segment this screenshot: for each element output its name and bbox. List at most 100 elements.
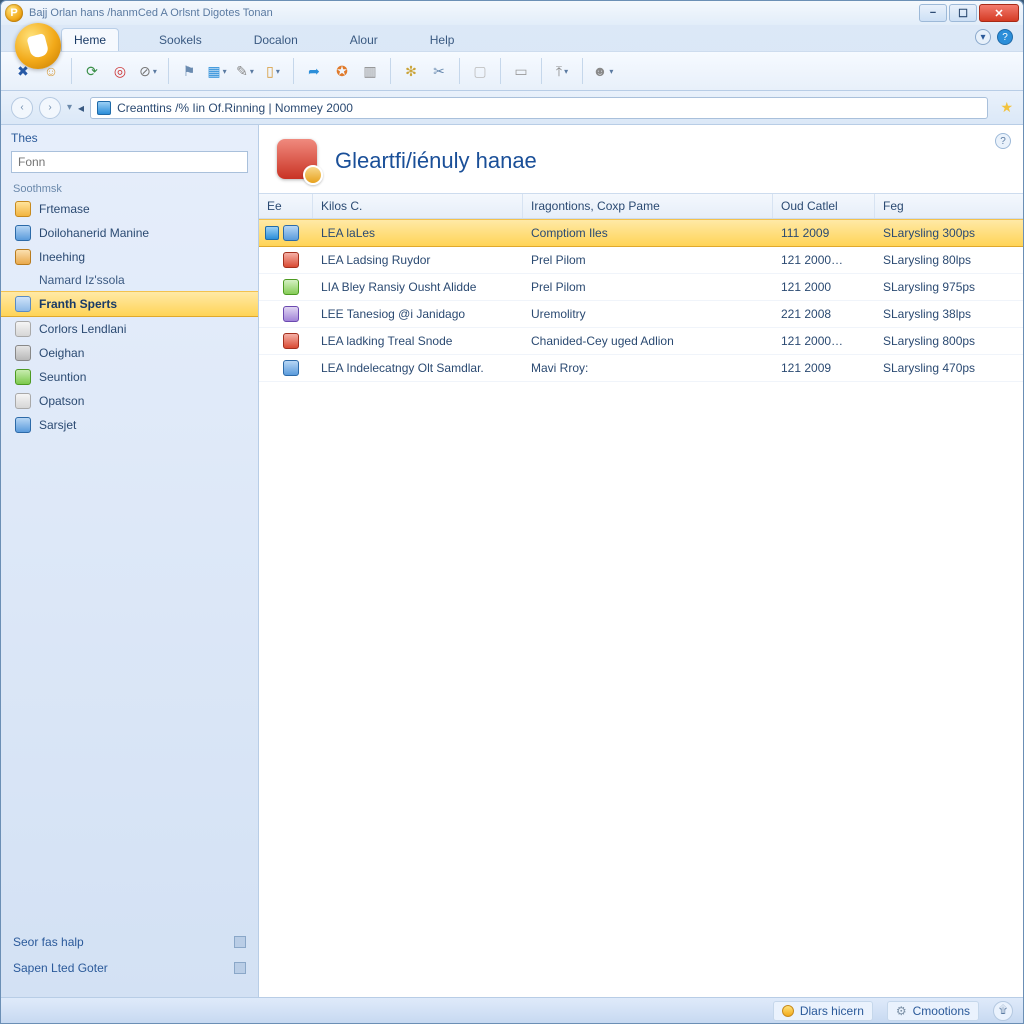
sidebar-title: Thes xyxy=(1,125,258,149)
status-chip-right[interactable]: ⚙Cmootions xyxy=(887,1001,979,1021)
edit-icon[interactable]: ✎ xyxy=(233,59,257,83)
sidebar-item-label: Franth Sperts xyxy=(39,297,117,311)
title-bar: P Bajj Orlan hans /hanmCed A Orlsnt Digo… xyxy=(1,1,1023,25)
sidebar-item-doilohanerid[interactable]: Doilohanerid Manine xyxy=(1,221,258,245)
row-type-icon xyxy=(283,252,299,268)
palette-icon[interactable]: ▦ xyxy=(205,59,229,83)
globe-icon[interactable]: ✪ xyxy=(330,59,354,83)
share-icon[interactable]: ➦ xyxy=(302,59,326,83)
stop-icon[interactable]: ⊘ xyxy=(136,59,160,83)
gear-icon[interactable]: ✻ xyxy=(399,59,423,83)
square-icon xyxy=(234,936,246,948)
cell-size: SLarysling 38lps xyxy=(875,302,1023,326)
sidebar-item-seuntion[interactable]: Seuntion xyxy=(1,365,258,389)
target-icon[interactable]: ◎ xyxy=(108,59,132,83)
sidebar-item-sarsjet[interactable]: Sarsjet xyxy=(1,413,258,437)
nav-forward-button[interactable]: › xyxy=(39,97,61,119)
col-size[interactable]: Feg xyxy=(875,194,1023,218)
person-icon[interactable]: ☻ xyxy=(591,59,615,83)
page-title: Gleartfi/iénuly hanae xyxy=(335,148,537,174)
tab-docalon[interactable]: Docalon xyxy=(242,29,310,51)
cell-name: LEA Indelecatngy Olt Samdlar. xyxy=(313,356,523,380)
app-window: P Bajj Orlan hans /hanmCed A Orlsnt Digo… xyxy=(0,0,1024,1024)
table-row[interactable]: LEA Ladsing RuydorPrel Pilom121 2000…SLa… xyxy=(259,247,1023,274)
sidebar-list: Frtemase Doilohanerid Manine Ineehing Na… xyxy=(1,197,258,437)
sidebar-help-link[interactable]: Seor fas halp xyxy=(13,929,246,955)
table-row[interactable]: LEA ladking Treal SnodeChanided-Cey uged… xyxy=(259,328,1023,355)
content-help-icon[interactable]: ? xyxy=(995,133,1011,149)
minimize-button[interactable]: − xyxy=(919,4,947,22)
folder-icon xyxy=(15,201,31,217)
favorite-icon[interactable]: ★ xyxy=(1000,99,1013,116)
upload-icon[interactable]: ⤒ xyxy=(550,59,574,83)
panel-icon[interactable]: ▥ xyxy=(358,59,382,83)
col-date[interactable]: Oud Catlel xyxy=(773,194,875,218)
col-name[interactable]: Kilos C. xyxy=(313,194,523,218)
tab-alour[interactable]: Alour xyxy=(338,29,390,51)
table-row[interactable]: LEE Tanesiog @i JanidagoUremolitry221 20… xyxy=(259,301,1023,328)
separator xyxy=(459,58,460,84)
sidebar: Thes Soothmsk Frtemase Doilohanerid Mani… xyxy=(1,125,259,997)
nav-history-icon[interactable]: ◂ xyxy=(78,101,84,115)
sidebar-item-corlors[interactable]: Corlors Lendlani xyxy=(1,317,258,341)
ribbon-help-icon[interactable]: ? xyxy=(997,29,1013,45)
cell-name: LEA laLes xyxy=(313,221,523,245)
row-icons xyxy=(259,247,313,273)
sidebar-item-label: Doilohanerid Manine xyxy=(39,226,149,240)
cell-category: Prel Pilom xyxy=(523,248,773,272)
nav-back-button[interactable]: ‹ xyxy=(11,97,33,119)
content-pane: Gleartfi/iénuly hanae ? Ee Kilos C. Irag… xyxy=(259,125,1023,997)
cell-size: SLarysling 80lps xyxy=(875,248,1023,272)
address-bar[interactable] xyxy=(90,97,988,119)
sidebar-item-franth-sperts[interactable]: Franth Sperts xyxy=(1,291,258,317)
row-icons xyxy=(259,274,313,300)
cell-size: SLarysling 470ps xyxy=(875,356,1023,380)
sidebar-item-frtemase[interactable]: Frtemase xyxy=(1,197,258,221)
document-icon xyxy=(15,393,31,409)
ribbon-minimize-icon[interactable]: ▾ xyxy=(975,29,991,45)
tab-help[interactable]: Help xyxy=(418,29,467,51)
cell-date: 121 2000 xyxy=(773,275,875,299)
maximize-button[interactable]: ☐ xyxy=(949,4,977,22)
sidebar-search-input[interactable] xyxy=(11,151,248,173)
box-icon xyxy=(15,417,31,433)
row-icons xyxy=(259,328,313,354)
address-input[interactable] xyxy=(117,101,981,115)
status-zoom-icon[interactable]: ۩ xyxy=(993,1001,1013,1021)
layout-icon[interactable]: ▭ xyxy=(509,59,533,83)
table-row[interactable]: LEA Indelecatngy Olt Samdlar.Mavi Rroy:1… xyxy=(259,355,1023,382)
sidebar-updates-link[interactable]: Sapen Lted Goter xyxy=(13,955,246,981)
cell-date: 121 2000… xyxy=(773,329,875,353)
shuffle-icon[interactable]: ✂ xyxy=(427,59,451,83)
app-logo-icon[interactable] xyxy=(15,23,61,69)
table-row[interactable]: LIA Bley Ransiy Ousht AliddePrel Pilom12… xyxy=(259,274,1023,301)
sidebar-item-oeighan[interactable]: Oeighan xyxy=(1,341,258,365)
document-icon xyxy=(15,321,31,337)
cell-name: LIA Bley Ransiy Ousht Alidde xyxy=(313,275,523,299)
tag-icon[interactable]: ⚑ xyxy=(177,59,201,83)
new-doc-icon[interactable]: ▢ xyxy=(468,59,492,83)
cell-category: Prel Pilom xyxy=(523,275,773,299)
table-row[interactable]: LEA laLesComptiom Iles111 2009SLarysling… xyxy=(259,219,1023,247)
col-icons[interactable]: Ee xyxy=(259,194,313,218)
tab-home[interactable]: Heme xyxy=(61,28,119,51)
tab-sookels[interactable]: Sookels xyxy=(147,29,214,51)
close-button[interactable]: ✕ xyxy=(979,4,1019,22)
wrench-icon xyxy=(15,345,31,361)
sidebar-item-namard[interactable]: Namard Iz'ssola xyxy=(1,269,258,291)
status-chip-left[interactable]: Dlars hicern xyxy=(773,1001,873,1021)
row-type-icon xyxy=(283,333,299,349)
sidebar-item-ineehing[interactable]: Ineehing xyxy=(1,245,258,269)
nav-dropdown-icon[interactable]: ▾ xyxy=(67,102,72,113)
main-split: Thes Soothmsk Frtemase Doilohanerid Mani… xyxy=(1,125,1023,997)
ribbon-tabs: Heme Sookels Docalon Alour Help ▾ ? xyxy=(1,25,1023,51)
note-icon[interactable]: ▯ xyxy=(261,59,285,83)
refresh-icon[interactable]: ⟳ xyxy=(80,59,104,83)
toolbar: ✖ ☺ ⟳ ◎ ⊘ ⚑ ▦ ✎ ▯ ➦ ✪ ▥ ✻ ✂ ▢ ▭ ⤒ ☻ xyxy=(1,51,1023,91)
row-type-icon xyxy=(283,279,299,295)
sidebar-item-opatson[interactable]: Opatson xyxy=(1,389,258,413)
col-category[interactable]: Iragontions, Coxp Pame xyxy=(523,194,773,218)
square-icon xyxy=(234,962,246,974)
person-icon xyxy=(15,249,31,265)
separator xyxy=(168,58,169,84)
